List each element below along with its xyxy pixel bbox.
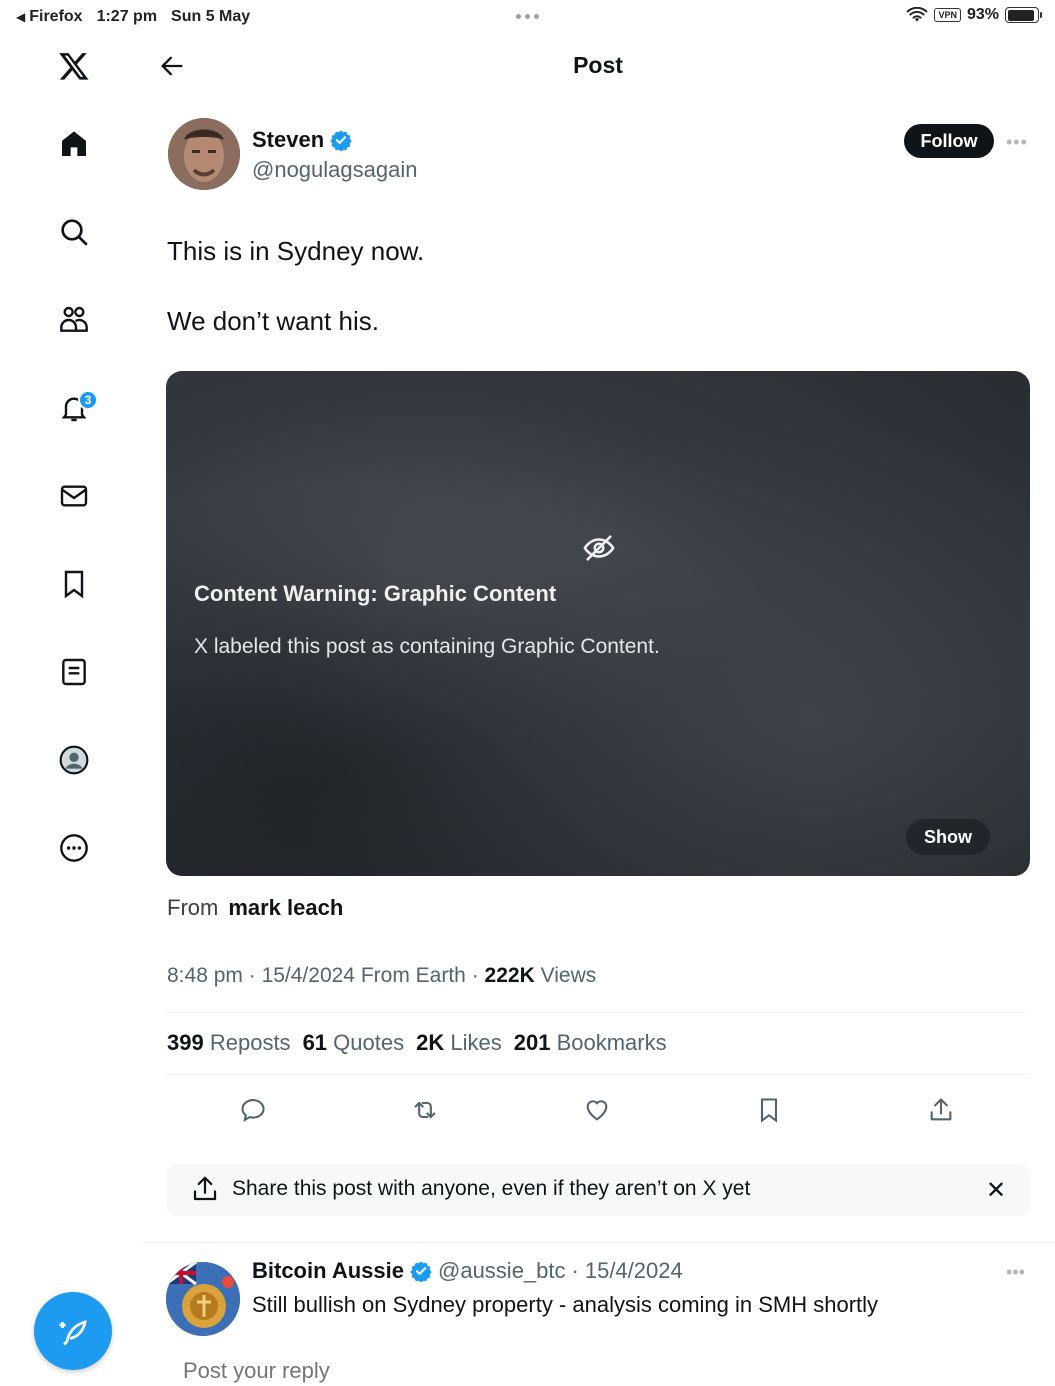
battery-icon xyxy=(1005,7,1042,23)
author-avatar[interactable] xyxy=(168,118,240,190)
show-media-button[interactable]: Show xyxy=(906,819,990,855)
more-options-icon[interactable] xyxy=(52,826,96,870)
lists-icon[interactable] xyxy=(52,650,96,694)
profile-icon[interactable] xyxy=(52,738,96,782)
reply-date[interactable]: 15/4/2024 xyxy=(585,1258,683,1284)
stat-label: Bookmarks xyxy=(556,1030,667,1055)
stat-quotes[interactable]: 61 Quotes xyxy=(303,1030,405,1056)
author-name[interactable]: Steven xyxy=(252,127,324,153)
divider xyxy=(166,1074,1030,1075)
battery-percent: 93% xyxy=(966,6,999,23)
back-to-app-icon[interactable]: ◀ xyxy=(16,10,25,24)
notifications-badge: 3 xyxy=(78,390,98,410)
reply-input[interactable] xyxy=(183,1358,583,1384)
reply-button[interactable] xyxy=(235,1092,271,1128)
post-text-line-1: This is in Sydney now. xyxy=(167,236,425,266)
post-time[interactable]: 8:48 pm xyxy=(167,964,243,987)
stat-bookmarks[interactable]: 201 Bookmarks xyxy=(514,1030,667,1056)
share-button[interactable] xyxy=(923,1092,959,1128)
eye-off-icon xyxy=(583,535,615,561)
like-button[interactable] xyxy=(579,1092,615,1128)
bookmarks-icon[interactable] xyxy=(52,562,96,606)
verified-badge-icon[interactable] xyxy=(330,129,352,151)
stat-reposts[interactable]: 399 Reposts xyxy=(167,1030,291,1056)
status-time: 1:27 pm xyxy=(96,8,158,25)
verified-badge-icon[interactable] xyxy=(410,1260,432,1282)
stat-count: 399 xyxy=(167,1030,204,1055)
share-banner[interactable]: Share this post with anyone, even if the… xyxy=(166,1164,1030,1216)
source-attribution: From mark leach xyxy=(167,895,343,921)
wifi-icon xyxy=(907,7,928,22)
content-warning-description: X labeled this post as containing Graphi… xyxy=(194,635,660,658)
status-date: Sun 5 May xyxy=(171,8,251,25)
bookmark-icon xyxy=(760,1098,778,1123)
bookmark-button[interactable] xyxy=(751,1092,787,1128)
status-left: ◀ Firefox 1:27 pm Sun 5 May xyxy=(16,8,250,26)
back-button[interactable] xyxy=(152,46,192,86)
stat-count: 2K xyxy=(416,1030,445,1055)
post-text-line-2: We don’t want his. xyxy=(167,306,379,336)
vpn-badge: VPN xyxy=(934,8,961,22)
search-icon[interactable] xyxy=(52,210,96,254)
stat-label: Reposts xyxy=(209,1030,291,1055)
compose-post-button[interactable] xyxy=(34,1292,112,1370)
reply-separator: · xyxy=(571,1258,579,1283)
reply-author-name[interactable]: Bitcoin Aussie xyxy=(252,1258,404,1284)
heart-icon xyxy=(586,1100,608,1121)
status-right: VPN 93% xyxy=(906,6,1042,24)
status-bar: ◀ Firefox 1:27 pm Sun 5 May VPN 93% xyxy=(0,0,1055,36)
post-date[interactable]: 15/4/2024 xyxy=(262,964,355,987)
author-name-row: Steven xyxy=(252,127,352,153)
content-warning-title: Content Warning: Graphic Content xyxy=(194,581,557,606)
reply-avatar[interactable] xyxy=(166,1262,240,1336)
notifications-icon[interactable]: 3 xyxy=(52,386,98,430)
stat-count: 201 xyxy=(513,1030,551,1055)
share-banner-text: Share this post with anyone, even if the… xyxy=(232,1177,751,1200)
repost-icon xyxy=(414,1101,436,1119)
follow-button[interactable]: Follow xyxy=(904,124,994,158)
post-more-options-icon[interactable]: ••• xyxy=(1006,132,1028,153)
reply-text: Still bullish on Sydney property - analy… xyxy=(252,1292,879,1317)
post-location: From Earth xyxy=(360,964,466,987)
reply-icon xyxy=(241,1099,265,1123)
communities-icon[interactable] xyxy=(52,298,96,342)
engagement-stats: 399 Reposts 61 Quotes 2K Likes 201 Bookm… xyxy=(167,1030,667,1056)
back-arrow-icon xyxy=(161,56,183,76)
messages-icon[interactable] xyxy=(52,474,96,518)
reply-more-options-icon[interactable]: ••• xyxy=(1006,1262,1025,1283)
views-label: Views xyxy=(540,964,597,987)
multitask-dots-icon[interactable] xyxy=(516,14,539,19)
share-icon xyxy=(930,1098,952,1121)
stat-likes[interactable]: 2K Likes xyxy=(416,1030,502,1056)
author-handle[interactable]: @nogulagsagain xyxy=(252,157,417,183)
home-icon[interactable] xyxy=(52,122,96,166)
divider xyxy=(140,1242,1055,1243)
reply-author-handle[interactable]: @aussie_btc xyxy=(438,1258,566,1284)
reply-header: Bitcoin Aussie @aussie_btc · 15/4/2024 xyxy=(252,1258,683,1284)
status-app-name[interactable]: Firefox xyxy=(29,8,82,26)
stat-label: Likes xyxy=(450,1030,502,1055)
stat-label: Quotes xyxy=(333,1030,405,1055)
repost-button[interactable] xyxy=(407,1092,443,1128)
stat-count: 61 xyxy=(302,1030,328,1055)
page-title: Post xyxy=(573,52,623,78)
sensitive-media[interactable]: Content Warning: Graphic Content X label… xyxy=(166,371,1030,876)
source-label: From xyxy=(167,895,219,920)
close-icon[interactable]: ✕ xyxy=(986,1176,1006,1205)
sidebar-nav: 3 xyxy=(0,40,148,890)
divider xyxy=(166,1012,1030,1013)
post-metadata: 8:48 pm · 15/4/2024 From Earth · 222K Vi… xyxy=(167,964,597,987)
compose-feather-icon xyxy=(59,1320,87,1346)
x-logo-icon[interactable] xyxy=(52,44,96,88)
source-name[interactable]: mark leach xyxy=(228,895,343,920)
share-upload-icon xyxy=(193,1176,217,1201)
views-count: 222K xyxy=(484,964,535,987)
